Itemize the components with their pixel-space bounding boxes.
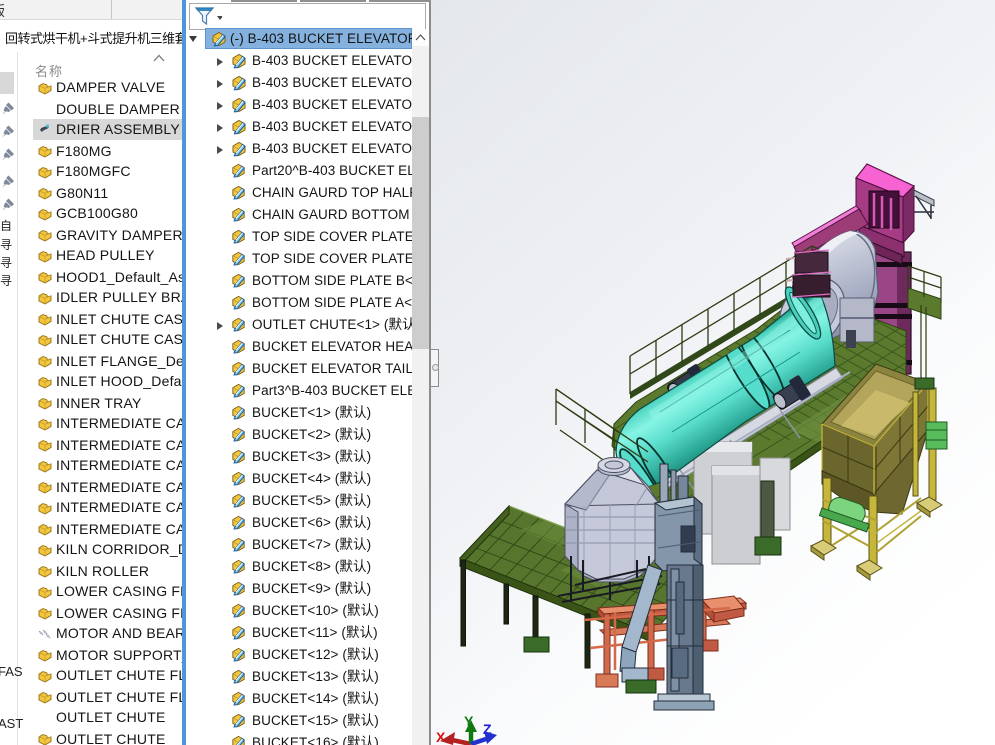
- svg-text:X: X: [436, 729, 446, 745]
